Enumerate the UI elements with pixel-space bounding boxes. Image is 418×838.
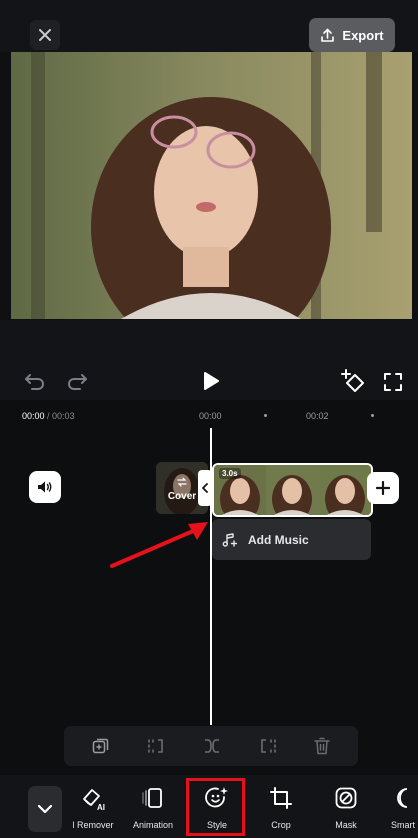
undo-icon[interactable] [24, 371, 46, 391]
crop-icon [270, 787, 292, 809]
speaker-icon [38, 481, 52, 493]
tool-animation[interactable]: Animation [122, 782, 184, 838]
chevron-down-icon [37, 804, 53, 814]
tool-crop[interactable]: Crop [250, 782, 312, 838]
clip-frame [318, 465, 371, 515]
clip-edit-toolbar [64, 726, 358, 766]
add-clip-button[interactable] [367, 472, 399, 504]
swap-icon [177, 477, 187, 487]
fullscreen-icon[interactable] [383, 372, 403, 392]
close-button[interactable] [30, 20, 60, 50]
ruler-dot [371, 414, 374, 417]
close-icon [39, 29, 51, 41]
split-left-icon[interactable] [146, 738, 166, 754]
current-time: 00:00 [22, 411, 45, 421]
add-music-button[interactable]: Add Music [212, 519, 371, 560]
delete-icon[interactable] [314, 737, 330, 755]
tool-label: Mask [335, 820, 357, 830]
video-preview[interactable] [11, 52, 412, 319]
total-time: / 00:03 [47, 411, 75, 421]
ai-eraser-icon: AI [83, 789, 105, 811]
preview-photo [11, 52, 412, 319]
mask-icon [335, 787, 357, 809]
redo-icon[interactable] [66, 371, 88, 391]
tool-ai-remover[interactable]: AI l Remover [62, 782, 124, 838]
time-display: 00:00 / 00:03 [22, 411, 75, 421]
split-icon[interactable] [202, 738, 222, 754]
keyframe-icon[interactable] [341, 369, 367, 393]
highlight-box [186, 778, 245, 836]
timeline[interactable] [0, 400, 418, 775]
export-label: Export [342, 27, 384, 43]
music-add-icon [222, 532, 237, 547]
ruler-dot [264, 414, 267, 417]
clip-frame [266, 465, 319, 515]
tool-label: l Remover [72, 820, 114, 830]
upload-icon [321, 28, 335, 42]
animation-icon [142, 788, 162, 808]
plus-icon [376, 481, 390, 495]
svg-text:AI: AI [97, 803, 105, 811]
ruler-label: 00:02 [306, 411, 329, 421]
tool-smart[interactable]: Smart [372, 782, 418, 838]
tool-label: Crop [271, 820, 291, 830]
export-button[interactable]: Export [309, 18, 395, 52]
ruler-label: 00:00 [199, 411, 222, 421]
chevron-left-icon [202, 483, 208, 493]
annotation-arrow [110, 522, 208, 568]
mute-audio-button[interactable] [29, 471, 61, 503]
clip-duration: 3.0s [219, 468, 241, 479]
play-icon[interactable] [202, 371, 220, 391]
add-music-label: Add Music [248, 532, 309, 547]
tool-mask[interactable]: Mask [315, 782, 377, 838]
tool-label: Smart [390, 820, 415, 830]
collapse-button[interactable] [28, 786, 62, 832]
duplicate-icon[interactable] [92, 737, 110, 755]
smart-icon [397, 788, 408, 808]
tool-label: Animation [132, 820, 174, 830]
split-right-icon[interactable] [258, 738, 278, 754]
